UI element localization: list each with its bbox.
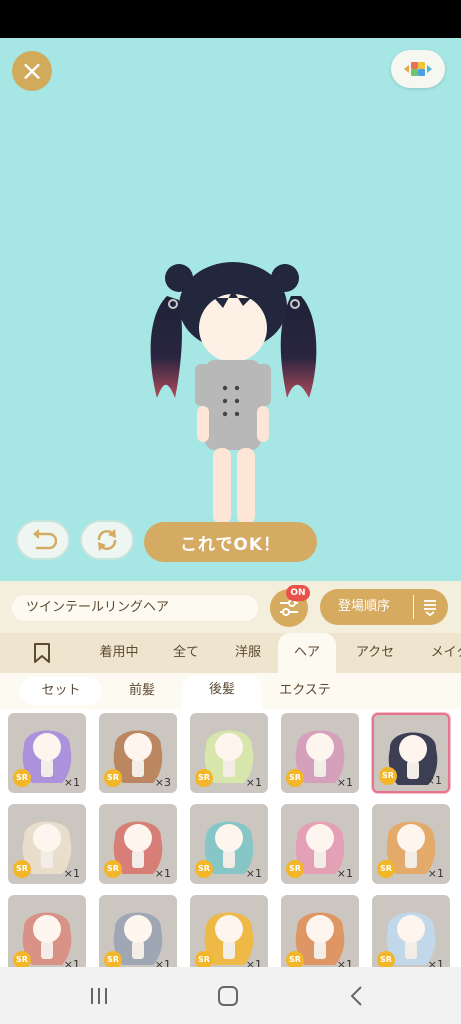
subtab-set[interactable]: セット [20, 677, 102, 705]
hair-item-card[interactable]: SR ×1 [190, 713, 268, 793]
rarity-badge: SR [104, 860, 122, 878]
hair-item-card[interactable]: SR ×1 [8, 895, 86, 967]
rarity-badge: SR [13, 951, 31, 967]
rarity-badge: SR [195, 951, 213, 967]
hair-item-card[interactable]: SR ×1 [281, 713, 359, 793]
item-quantity: ×1 [245, 776, 262, 789]
item-quantity: ×1 [245, 867, 262, 880]
item-quantity: ×1 [154, 958, 171, 967]
rarity-badge: SR [286, 769, 304, 787]
rarity-badge: SR [195, 860, 213, 878]
confirm-ok-button[interactable]: これでOK！ [144, 522, 317, 562]
rarity-badge: SR [13, 860, 31, 878]
close-button[interactable]: × [12, 51, 52, 91]
avatar-character [150, 262, 317, 535]
undo-button[interactable] [16, 520, 70, 560]
back-icon [350, 986, 362, 1006]
hair-item-card[interactable]: SR ×1 [190, 895, 268, 967]
rarity-badge: SR [286, 860, 304, 878]
home-icon [218, 986, 238, 1006]
sort-direction-icon[interactable] [421, 598, 439, 616]
hair-item-card[interactable]: SR ×1 [372, 713, 450, 793]
subtab-extensions[interactable]: エクステ [268, 677, 342, 705]
sort-order-label: 登場順序 [338, 599, 391, 614]
color-grid-icon [404, 62, 432, 76]
undo-icon [33, 529, 57, 550]
rarity-badge: SR [13, 769, 31, 787]
status-bar [0, 0, 461, 38]
hair-item-card[interactable]: SR ×1 [8, 713, 86, 793]
subtab-bangs[interactable]: 前髪 [112, 677, 172, 705]
tab-hair[interactable]: ヘア [278, 633, 336, 673]
hair-item-card[interactable]: SR ×1 [281, 804, 359, 884]
android-nav-bar [0, 967, 461, 1024]
rarity-badge: SR [286, 951, 304, 967]
sliders-icon [280, 599, 298, 616]
filter-on-badge: ON [286, 585, 310, 601]
refresh-icon [97, 529, 117, 551]
rarity-badge: SR [377, 951, 395, 967]
tab-all[interactable]: 全て [160, 633, 212, 673]
subtab-back-hair[interactable]: 後髪 [182, 675, 262, 709]
back-button[interactable] [337, 981, 377, 1011]
rarity-badge: SR [104, 769, 122, 787]
sort-separator [413, 595, 414, 619]
close-icon: × [20, 54, 44, 87]
hair-item-card[interactable]: SR ×1 [99, 804, 177, 884]
item-quantity: ×1 [63, 867, 80, 880]
sort-order-button[interactable]: 登場順序 [320, 589, 448, 625]
tab-clothes[interactable]: 洋服 [222, 633, 274, 673]
rarity-badge: SR [104, 951, 122, 967]
tab-makeup[interactable]: メイク [420, 633, 461, 673]
tab-wearing[interactable]: 着用中 [88, 633, 150, 673]
view-toggle-button[interactable] [391, 50, 445, 88]
item-quantity: ×1 [245, 958, 262, 967]
filter-bar: ツインテールリングヘア ON 登場順序 [0, 581, 461, 633]
item-quantity: ×1 [336, 776, 353, 789]
recent-apps-icon [91, 988, 107, 1004]
recent-apps-button[interactable] [79, 981, 119, 1011]
hair-item-card[interactable]: SR ×1 [372, 895, 450, 967]
item-quantity: ×3 [154, 776, 171, 789]
rarity-badge: SR [195, 769, 213, 787]
item-quantity: ×1 [425, 774, 442, 787]
rarity-badge: SR [379, 767, 397, 785]
item-grid: SR ×1 SR ×3 SR ×1 SR ×1 SR ×1 SR ×1 SR ×1 SR ×1 SR ×1 SR ×1… [0, 709, 461, 967]
hair-item-card[interactable]: SR ×1 [372, 804, 450, 884]
category-tabs: 着用中 全て 洋服 ヘア アクセ メイク [0, 633, 461, 673]
item-quantity: ×1 [427, 867, 444, 880]
hair-item-card[interactable]: SR ×3 [99, 713, 177, 793]
item-quantity: ×1 [154, 867, 171, 880]
hair-sub-tabs: セット 前髪 後髪 エクステ [0, 673, 461, 709]
bookmark-icon[interactable] [32, 642, 52, 664]
home-button[interactable] [208, 981, 248, 1011]
randomize-button[interactable] [80, 520, 134, 560]
rarity-badge: SR [377, 860, 395, 878]
item-quantity: ×1 [63, 776, 80, 789]
item-quantity: ×1 [427, 958, 444, 967]
item-quantity: ×1 [336, 867, 353, 880]
item-quantity: ×1 [336, 958, 353, 967]
hair-item-card[interactable]: SR ×1 [281, 895, 359, 967]
tab-accessories[interactable]: アクセ [344, 633, 406, 673]
hair-item-card[interactable]: SR ×1 [8, 804, 86, 884]
item-quantity: ×1 [63, 958, 80, 967]
hair-item-card[interactable]: SR ×1 [99, 895, 177, 967]
item-name-field[interactable]: ツインテールリングヘア [12, 595, 258, 621]
avatar-stage: × これでOK！ [0, 38, 461, 581]
hair-item-card[interactable]: SR ×1 [190, 804, 268, 884]
